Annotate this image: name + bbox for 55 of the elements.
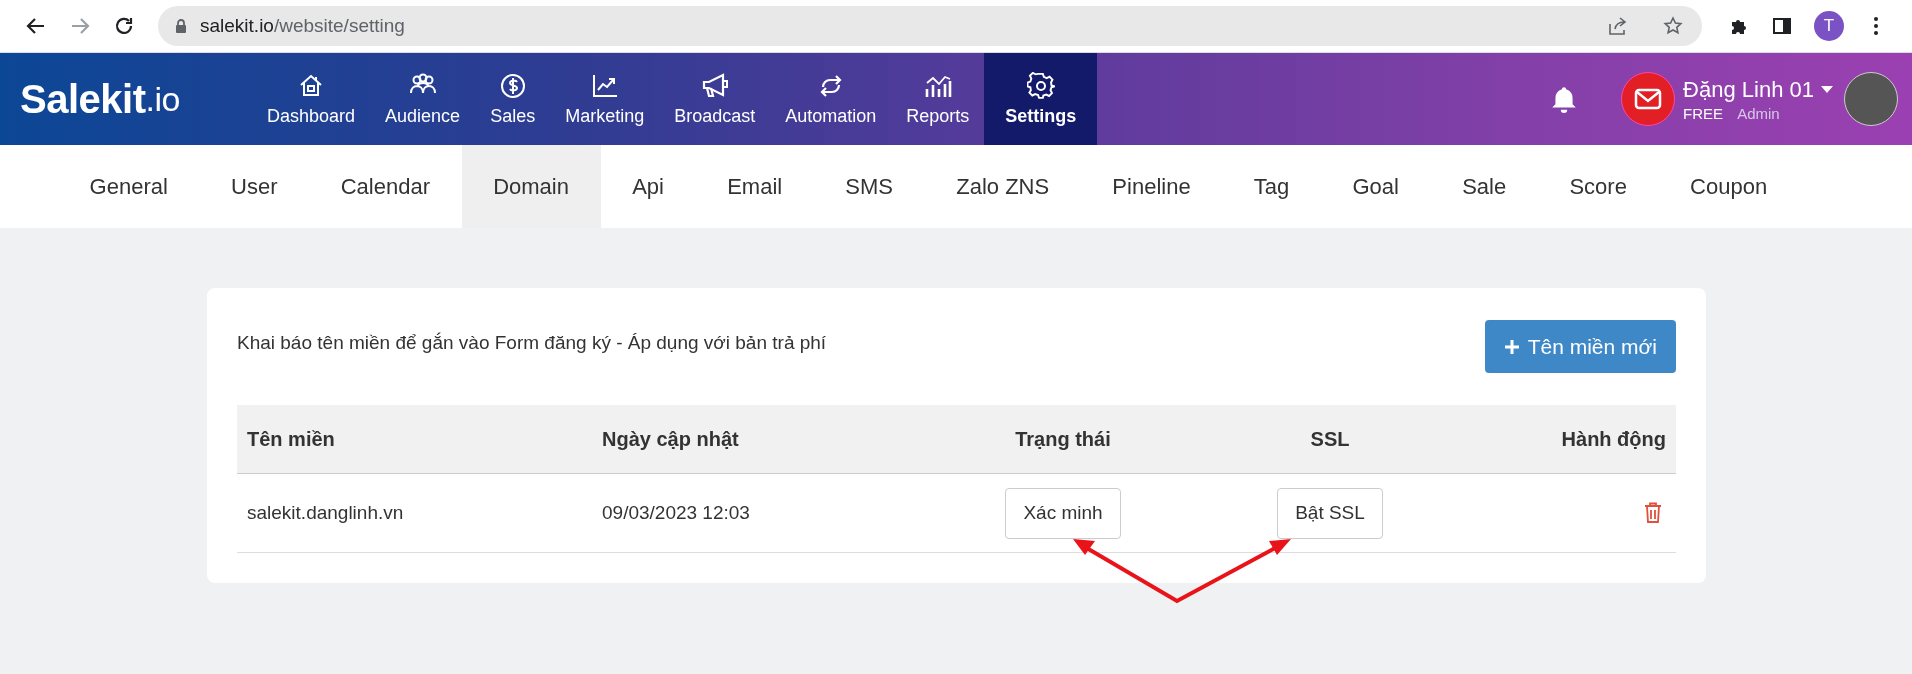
user-name[interactable]: Đặng Linh 01 [1683,76,1814,103]
nav-item[interactable]: Settings [984,53,1098,145]
nav-item[interactable]: Marketing [550,53,660,145]
profile-avatar[interactable]: T [1814,11,1844,41]
caret-icon[interactable] [1820,85,1834,94]
dollar-icon [498,71,527,100]
menu-icon[interactable] [1873,16,1879,36]
domain-cell: salekit.danglinh.vn [247,502,404,523]
plan-label: FREE [1683,104,1724,122]
gear-icon [1026,71,1055,100]
date-cell: 09/03/2023 12:03 [602,502,750,523]
nav-item[interactable]: Reports [891,53,985,145]
nav-item[interactable]: Dashboard [252,53,371,145]
nav-item[interactable]: Automation [770,53,892,145]
mail-button[interactable] [1621,72,1676,126]
settings-tab[interactable]: General [58,145,200,228]
role-label: Admin [1737,104,1780,122]
settings-tab[interactable]: Domain [461,145,601,228]
nav-item[interactable]: Audience [370,53,476,145]
reload-icon[interactable] [114,16,134,36]
share-icon[interactable] [1606,16,1628,36]
settings-tab[interactable]: Sale [1430,145,1538,228]
enable-ssl-button[interactable]: Bật SSL [1277,487,1383,539]
trash-icon[interactable] [1644,502,1662,524]
plus-icon [1503,338,1520,355]
new-domain-button[interactable]: Tên miền mới [1484,320,1676,373]
nav-item[interactable]: Sales [475,53,551,145]
star-icon[interactable] [1662,16,1684,36]
sidebar-icon[interactable] [1772,16,1792,36]
description-text: Khai báo tên miền để gắn vào Form đăng ký - Áp dụng với bản trả phí [237,332,827,354]
column-header: SSL [1310,427,1350,451]
settings-tab[interactable]: Score [1537,145,1659,228]
column-header: Hành động [1561,427,1666,451]
settings-tab[interactable]: Calendar [309,145,462,228]
settings-tab[interactable]: Tag [1222,145,1321,228]
settings-tab[interactable]: SMS [813,145,925,228]
avatar-photo[interactable] [1844,72,1898,126]
column-header: Tên miền [247,427,335,450]
back-icon[interactable] [26,16,46,36]
forward-icon[interactable] [70,16,90,36]
megaphone-icon [700,71,729,100]
column-header: Trạng thái [1015,427,1111,451]
verify-button[interactable]: Xác minh [1005,487,1121,539]
settings-tab[interactable]: Zalo ZNS [924,145,1081,228]
settings-tab[interactable]: User [199,145,310,228]
settings-tab[interactable]: Coupon [1658,145,1799,228]
nav-item[interactable]: Broadcast [659,53,771,145]
settings-tab[interactable]: Api [600,145,696,228]
mail-icon [1634,87,1663,111]
column-header: Ngày cập nhật [602,427,739,450]
lock-icon [174,18,188,34]
settings-tab[interactable]: Goal [1320,145,1431,228]
settings-tab[interactable]: Email [695,145,814,228]
salekit-logo[interactable]: Salekit.io [0,53,238,145]
settings-tab[interactable]: Pineline [1080,145,1223,228]
